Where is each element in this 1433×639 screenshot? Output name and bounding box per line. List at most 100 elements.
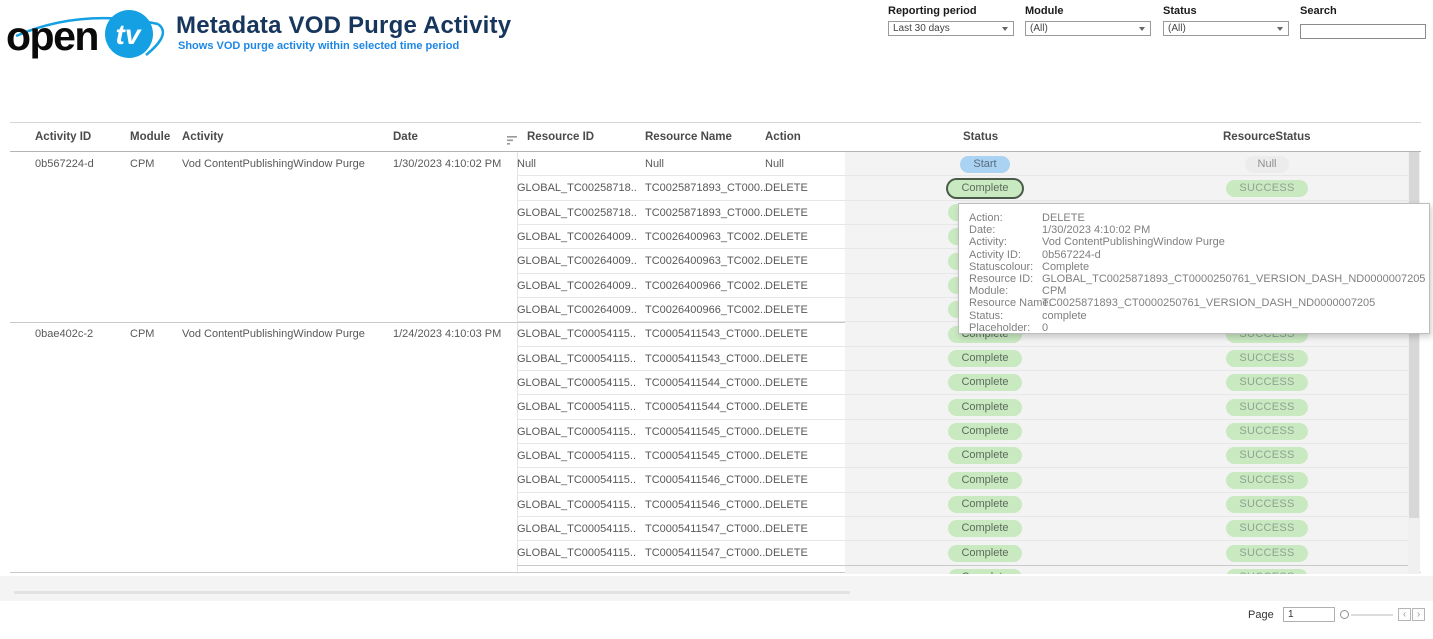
resource-status-pill[interactable]: SUCCESS [1226, 423, 1307, 440]
dropdown-value: (All) [1030, 23, 1048, 34]
resource-status-pill-wrap: SUCCESS [1212, 569, 1322, 574]
horizontal-scrollbar-thumb[interactable] [14, 591, 850, 594]
page-slider-handle[interactable] [1340, 610, 1349, 619]
status-pill[interactable]: Complete [948, 374, 1021, 391]
resource-status-pill-wrap: SUCCESS [1212, 374, 1322, 391]
resource-name-cell: TC0025871893_CT000.. [645, 207, 766, 219]
resource-name-cell: TC0005411545_CT000.. [645, 426, 765, 438]
filter-search: Search [1300, 5, 1428, 39]
table-row[interactable]: GLOBAL_TC00054115..TC0005411546_CT000..D… [10, 468, 1421, 492]
status-pill[interactable]: Complete [948, 569, 1021, 574]
table-row[interactable]: GLOBAL_TC00054115..TC0005411546_CT000..D… [10, 493, 1421, 517]
sort-descending-icon[interactable] [507, 133, 518, 151]
resource-status-pill-wrap: SUCCESS [1212, 496, 1322, 513]
table-row[interactable]: GLOBAL_TC00054115..TC0005411545_CT000..D… [10, 420, 1421, 444]
col-header-activity[interactable]: Activity [182, 131, 224, 143]
filter-label: Reporting period [888, 5, 1016, 17]
table-row[interactable]: 0b567224-dCPMVod ContentPublishingWindow… [10, 152, 1421, 176]
tooltip-label: Activity ID: [969, 249, 1042, 261]
status-pill[interactable]: Complete [948, 423, 1021, 440]
resource-status-pill-wrap: SUCCESS [1212, 399, 1322, 416]
resource-status-pill[interactable]: SUCCESS [1226, 496, 1307, 513]
resource-status-pill[interactable]: SUCCESS [1226, 447, 1307, 464]
reporting-period-dropdown[interactable]: Last 30 days [888, 21, 1014, 36]
status-pill-wrap: Complete [930, 399, 1040, 416]
table-row[interactable]: GLOBAL_TC00054115..TC0005411543_CT000..D… [10, 347, 1421, 371]
tooltip-value: TC0025871893_CT0000250761_VERSION_DASH_N… [1042, 297, 1375, 309]
search-input[interactable] [1300, 24, 1426, 39]
status-pill-wrap: Complete [930, 447, 1040, 464]
resource-name-cell: TC0026400963_TC002.. [645, 231, 766, 243]
resource-name-cell: TC0025871893_CT000.. [645, 182, 766, 194]
status-dropdown[interactable]: (All) [1163, 21, 1289, 36]
table-row[interactable]: GLOBAL_TC00258718..TC0025871893_CT000..D… [10, 176, 1421, 200]
tooltip-label: Action: [969, 212, 1042, 224]
logo-open-text: open [6, 13, 98, 59]
status-pill[interactable]: Complete [948, 496, 1021, 513]
status-pill[interactable]: Complete [948, 180, 1021, 197]
resource-status-pill-wrap: SUCCESS [1212, 180, 1322, 197]
tooltip-value: 1/30/2023 4:10:02 PM [1042, 224, 1150, 236]
resource-status-pill[interactable]: SUCCESS [1226, 350, 1307, 367]
col-header-status[interactable]: Status [963, 131, 998, 143]
table-row[interactable]: GLOBAL_TC00054115..TC0005411544_CT000..D… [10, 371, 1421, 395]
status-pill[interactable]: Start [960, 156, 1009, 173]
page-slider-track[interactable] [1351, 614, 1393, 616]
table-row[interactable]: GLOBAL_TC00054115..TC0005411547_CT000..D… [10, 517, 1421, 541]
date-cell: 1/30/2023 4:10:02 PM [393, 158, 501, 170]
resource-status-pill[interactable]: SUCCESS [1226, 545, 1307, 562]
tooltip-value: 0 [1042, 322, 1048, 334]
tooltip-value: GLOBAL_TC0025871893_CT0000250761_VERSION… [1042, 273, 1425, 285]
action-cell: DELETE [765, 450, 808, 462]
resource-status-pill[interactable]: SUCCESS [1226, 180, 1307, 197]
resource-status-pill-wrap: SUCCESS [1212, 423, 1322, 440]
tooltip-row: Action:DELETE [969, 212, 1429, 224]
status-pill[interactable]: Complete [948, 472, 1021, 489]
resource-status-pill-wrap: SUCCESS [1212, 350, 1322, 367]
resource-status-pill[interactable]: SUCCESS [1226, 399, 1307, 416]
page-number-input[interactable] [1283, 607, 1335, 622]
module-dropdown[interactable]: (All) [1025, 21, 1151, 36]
resource-id-cell: GLOBAL_TC00264009.. [517, 231, 637, 243]
previous-page-button[interactable]: ‹ [1398, 608, 1411, 621]
resource-id-cell: GLOBAL_TC00054115.. [517, 499, 636, 511]
resource-status-pill[interactable]: SUCCESS [1226, 569, 1307, 574]
table-row[interactable]: GLOBAL_TC00054115..TC0005411545_CT000..D… [10, 444, 1421, 468]
col-header-resource-status[interactable]: ResourceStatus [1223, 131, 1311, 143]
col-header-date[interactable]: Date [393, 131, 418, 143]
resource-status-pill[interactable]: SUCCESS [1226, 520, 1307, 537]
status-pill-wrap: Complete [930, 496, 1040, 513]
col-header-resource-name[interactable]: Resource Name [645, 131, 732, 143]
table-footer [0, 576, 1433, 601]
activity-cell: Vod ContentPublishingWindow Purge [182, 328, 365, 340]
resource-status-pill[interactable]: SUCCESS [1226, 374, 1307, 391]
resource-status-pill[interactable]: SUCCESS [1226, 472, 1307, 489]
filter-reporting-period: Reporting period Last 30 days [888, 5, 1016, 36]
table-row[interactable]: Complete SUCCESS [10, 566, 1421, 574]
status-pill[interactable]: Complete [948, 350, 1021, 367]
status-pill[interactable]: Complete [948, 545, 1021, 562]
table-row[interactable]: GLOBAL_TC00054115..TC0005411544_CT000..D… [10, 395, 1421, 419]
tooltip-label: Status: [969, 310, 1042, 322]
resource-status-pill[interactable]: Null [1245, 156, 1290, 173]
resource-name-cell: TC0005411547_CT000.. [645, 547, 765, 559]
resource-id-cell: GLOBAL_TC00054115.. [517, 450, 636, 462]
logo-tv-text: tv [116, 19, 142, 50]
status-pill-wrap: Complete [930, 180, 1040, 197]
col-header-module[interactable]: Module [130, 131, 170, 143]
status-pill[interactable]: Complete [948, 520, 1021, 537]
status-pill[interactable]: Complete [948, 399, 1021, 416]
tooltip-label: Activity: [969, 236, 1042, 248]
col-header-activity-id[interactable]: Activity ID [35, 131, 91, 143]
tooltip-row: Resource Name:TC0025871893_CT0000250761_… [969, 297, 1429, 309]
tooltip-row: Placeholder:0 [969, 322, 1429, 334]
tooltip: Action:DELETEDate:1/30/2023 4:10:02 PMAc… [958, 203, 1430, 334]
action-cell: DELETE [765, 401, 808, 413]
action-cell: DELETE [765, 280, 808, 292]
table-row[interactable]: GLOBAL_TC00054115..TC0005411547_CT000..D… [10, 541, 1421, 565]
tooltip-label: Resource ID: [969, 273, 1042, 285]
status-pill[interactable]: Complete [948, 447, 1021, 464]
col-header-action[interactable]: Action [765, 131, 801, 143]
col-header-resource-id[interactable]: Resource ID [527, 131, 594, 143]
next-page-button[interactable]: › [1412, 608, 1425, 621]
